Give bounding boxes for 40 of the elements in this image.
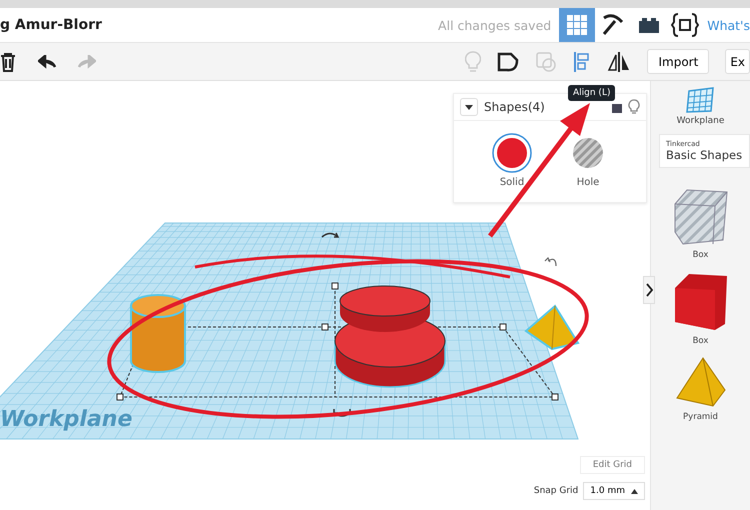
- workplane-label: Workplane: [676, 116, 724, 126]
- brick-icon: [638, 16, 660, 34]
- cylinder-shape[interactable]: [130, 294, 186, 373]
- rotate-handle-icon[interactable]: [321, 232, 339, 238]
- mirror-icon[interactable]: [607, 50, 632, 72]
- undo-icon[interactable]: [38, 54, 56, 68]
- align-icon[interactable]: [573, 50, 592, 72]
- chevron-right-icon: [646, 283, 652, 297]
- save-status: All changes saved: [438, 18, 552, 32]
- import-button[interactable]: Import: [647, 49, 710, 74]
- snap-grid-dropdown[interactable]: 1.0 mm: [583, 482, 645, 500]
- rotate-handle-icon[interactable]: [333, 408, 351, 417]
- design-title: g Amur-Blorr: [0, 17, 102, 33]
- shape-outline-icon[interactable]: [497, 50, 520, 72]
- workplane-label: Workplane: [0, 407, 132, 432]
- grid-icon: [566, 14, 588, 36]
- collapse-button[interactable]: [460, 98, 478, 116]
- stacked-cylinders-shape[interactable]: [334, 286, 446, 388]
- category-title: Basic Shapes: [666, 148, 743, 162]
- option-label: Solid: [500, 177, 524, 188]
- rotate-handle-icon[interactable]: [544, 257, 557, 267]
- solid-swatch[interactable]: [492, 133, 532, 173]
- tooltip: Align (L): [568, 85, 616, 101]
- shape-label: Pyramid: [683, 412, 718, 422]
- shape-label: Box: [692, 250, 708, 260]
- inspector-title: Shapes(4): [484, 100, 545, 114]
- caret-icon: [465, 104, 473, 110]
- code-braces-icon: [671, 12, 700, 38]
- trash-icon[interactable]: [0, 52, 16, 72]
- export-button[interactable]: Ex: [725, 49, 750, 74]
- sidebar-toggle-button[interactable]: [643, 276, 655, 304]
- pyramid-shape[interactable]: [524, 304, 580, 350]
- pyramid-icon[interactable]: [674, 356, 726, 408]
- shape-label: Box: [692, 336, 708, 346]
- workplane-icon[interactable]: [685, 87, 716, 113]
- lightbulb-icon[interactable]: [628, 99, 640, 115]
- caret-icon: [631, 488, 638, 494]
- option-label: Hole: [576, 177, 600, 188]
- edit-grid-button[interactable]: Edit Grid: [580, 456, 645, 474]
- snap-grid-label: Snap Grid: [534, 486, 578, 496]
